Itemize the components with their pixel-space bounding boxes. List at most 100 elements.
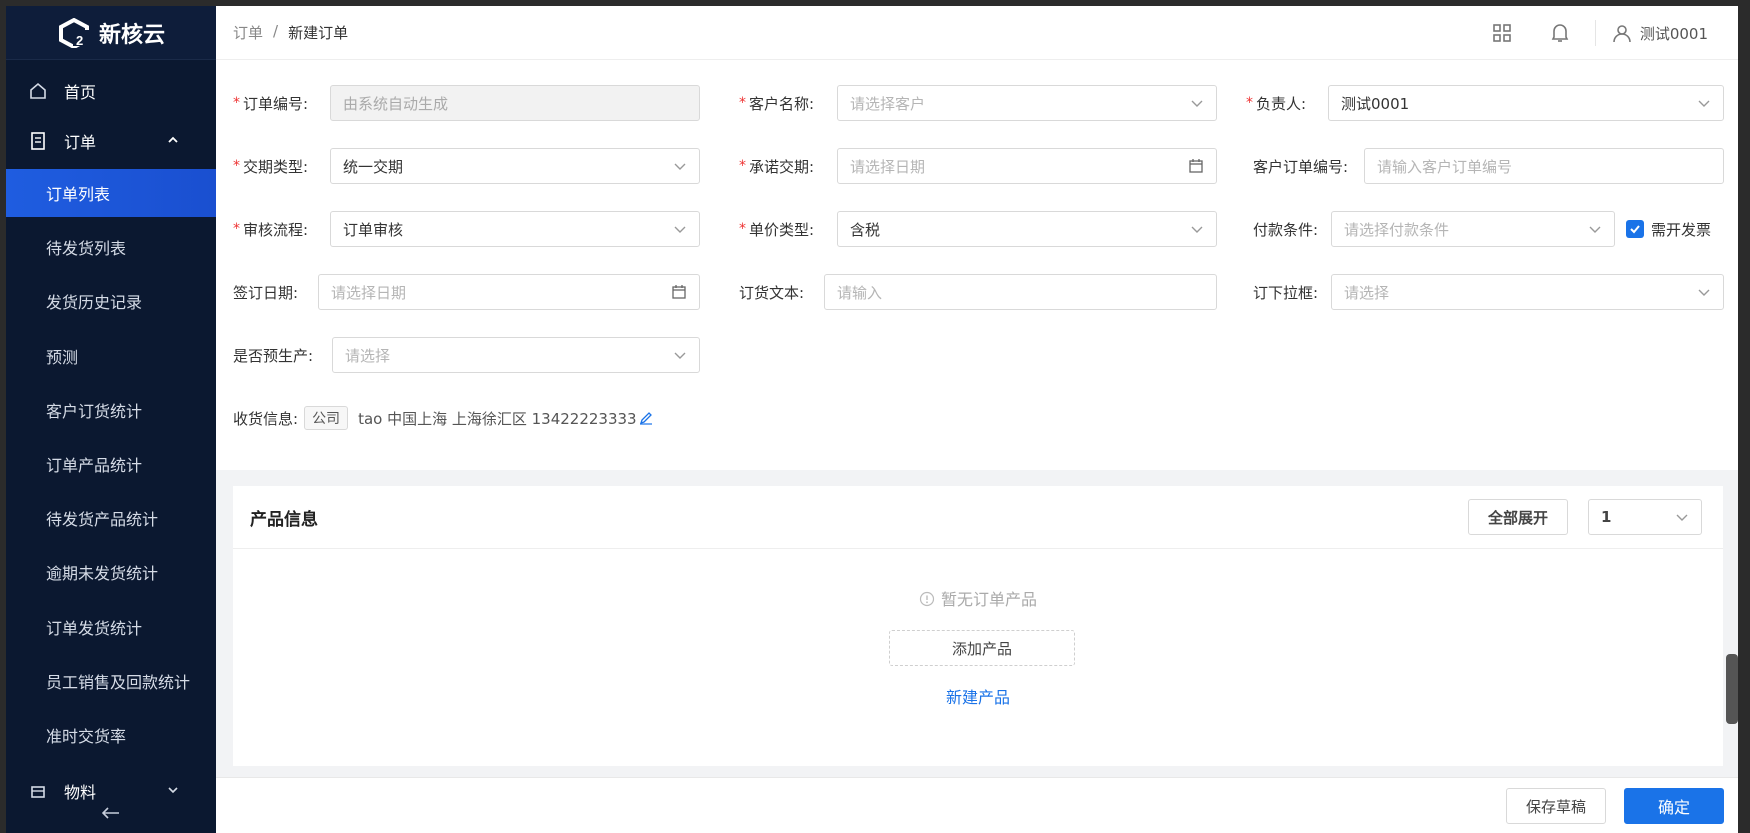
payment-terms-select[interactable]: 请选择付款条件	[1331, 211, 1615, 247]
sidebar-group-orders[interactable]: 订单	[6, 116, 216, 166]
sidebar-subitem-label: 待发货产品统计	[46, 510, 159, 530]
new-product-link[interactable]: 新建产品	[233, 684, 1723, 708]
price-type-select[interactable]: 含税	[837, 211, 1217, 247]
required-mark: *	[739, 221, 746, 237]
breadcrumb: 订单 / 新建订单	[233, 22, 348, 43]
required-mark: *	[233, 95, 240, 111]
sidebar-subitem[interactable]: 逾期未发货统计	[6, 548, 216, 596]
order-text-field: 订货文本:	[739, 283, 805, 302]
sidebar-group-label: 订单	[64, 133, 97, 152]
collapse-left-icon	[102, 807, 119, 819]
collapse-sidebar-button[interactable]	[6, 793, 216, 833]
chevron-down-icon	[674, 163, 686, 170]
sidebar-subitem[interactable]: 待发货列表	[6, 223, 216, 271]
owner-select[interactable]: 测试0001	[1328, 85, 1724, 121]
page-select[interactable]: 1	[1588, 499, 1702, 535]
sidebar-subitem[interactable]: 客户订货统计	[6, 386, 216, 434]
sidebar-subitem-label: 订单产品统计	[46, 456, 143, 475]
calendar-icon	[672, 285, 686, 299]
chevron-down-icon	[1191, 226, 1203, 233]
edit-icon[interactable]	[639, 411, 653, 425]
sidebar-subitem-label: 订单发货统计	[46, 618, 143, 638]
user-icon	[1613, 25, 1631, 43]
payment-terms-field: 付款条件:	[1253, 220, 1319, 239]
invoice-label: 需开发票	[1651, 220, 1712, 239]
user-name: 测试0001	[1639, 24, 1708, 43]
bell-icon	[1551, 24, 1569, 42]
grid-icon	[1493, 24, 1511, 42]
preproduction-select[interactable]: 请选择	[332, 337, 700, 373]
chevron-down-icon	[1191, 100, 1203, 107]
sidebar-subitem[interactable]: 订单发货统计	[6, 603, 216, 651]
document-icon	[28, 131, 48, 151]
sidebar: 2 新核云 首页 订单 订单列表待发货列表发货历史记录 预测客户订货统计 订单产品统…	[6, 6, 216, 833]
delivery-type-select[interactable]: 统一交期	[330, 148, 700, 184]
sidebar-subitem-label: 预测	[46, 347, 79, 367]
chevron-down-icon	[1589, 226, 1601, 233]
promise-date-picker[interactable]: 请选择日期	[837, 148, 1217, 184]
home-icon	[28, 81, 48, 101]
sidebar-item-home[interactable]: 首页	[6, 66, 216, 116]
top-header: 订单 / 新建订单 测试0001	[216, 6, 1738, 60]
delivery-type-field: * 交期类型:	[233, 157, 309, 176]
logo: 2 新核云	[6, 6, 216, 60]
sidebar-subitem[interactable]: 预测	[6, 332, 216, 380]
grid-menu-button[interactable]	[1473, 6, 1531, 60]
sidebar-subitem-label: 客户订货统计	[46, 401, 143, 421]
expand-all-button[interactable]: 全部展开	[1468, 499, 1568, 535]
sidebar-subitem[interactable]: 订单产品统计	[6, 440, 216, 488]
required-mark: *	[1246, 95, 1253, 111]
breadcrumb-current: 新建订单	[288, 24, 349, 42]
promise-date-field: * 承诺交期:	[739, 157, 815, 176]
sidebar-subitem[interactable]: 订单列表	[6, 169, 216, 217]
sidebar-subitem-label: 发货历史记录	[46, 293, 143, 313]
sidebar-subitem[interactable]: 发货历史记录	[6, 277, 216, 325]
sidebar-subitem-label: 待发货列表	[46, 239, 127, 259]
svg-text:2: 2	[76, 33, 83, 48]
add-product-button[interactable]: 添加产品	[889, 630, 1075, 666]
customer-select[interactable]: 请选择客户	[837, 85, 1217, 121]
sidebar-subitem-label: 员工销售及回款统计	[46, 672, 191, 692]
check-icon	[1630, 225, 1640, 234]
approval-flow-select[interactable]: 订单审核	[330, 211, 700, 247]
required-mark: *	[233, 158, 240, 174]
price-type-field: * 单价类型:	[739, 220, 815, 239]
customer-field: * 客户名称:	[739, 94, 815, 113]
confirm-button[interactable]: 确定	[1624, 788, 1724, 824]
header-divider	[1594, 20, 1596, 46]
sidebar-subitem-label: 逾期未发货统计	[46, 564, 159, 584]
breadcrumb-separator: /	[273, 22, 279, 40]
product-info-card: 产品信息 全部展开 1 暂无订单产品 添加产品 新建产品	[233, 486, 1723, 766]
sidebar-subitem-label: 订单列表	[46, 185, 111, 204]
notifications-button[interactable]	[1531, 6, 1589, 60]
sidebar-subitem[interactable]: 员工销售及回款统计	[6, 657, 216, 705]
dropdown-field: 订下拉框:	[1253, 283, 1319, 302]
app-window: 2 新核云 首页 订单 订单列表待发货列表发货历史记录 预测客户订货统计 订单产品统…	[6, 6, 1738, 833]
order-no-field: * 订单编号:	[233, 94, 309, 113]
sign-date-picker[interactable]: 请选择日期	[318, 274, 700, 310]
empty-state: 暂无订单产品	[233, 586, 1723, 610]
sidebar-subitem[interactable]: 准时交货率	[6, 711, 216, 759]
owner-field: * 负责人:	[1246, 94, 1307, 113]
breadcrumb-root[interactable]: 订单	[233, 22, 263, 43]
required-mark: *	[739, 158, 746, 174]
required-mark: *	[739, 95, 746, 111]
order-form: * 订单编号: 由系统自动生成 * 客户名称: 请选择客户 * 负责人: 测试0001…	[216, 60, 1738, 470]
chevron-down-icon	[1698, 100, 1710, 107]
customer-order-no-input[interactable]: 请输入客户订单编号	[1364, 148, 1724, 184]
product-info-header: 产品信息 全部展开 1	[233, 486, 1723, 549]
product-info-title: 产品信息	[250, 509, 318, 530]
form-footer: 保存草稿 确定	[216, 777, 1738, 833]
logo-text: 新核云	[98, 22, 165, 48]
customer-order-no-field: 客户订单编号:	[1253, 157, 1349, 176]
save-draft-button[interactable]: 保存草稿	[1506, 788, 1606, 824]
chevron-down-icon	[1676, 514, 1688, 521]
sidebar-subitem[interactable]: 待发货产品统计	[6, 494, 216, 542]
chevron-up-icon	[168, 136, 178, 143]
user-menu[interactable]: 测试0001	[1602, 23, 1708, 44]
scrollbar-thumb[interactable]	[1726, 654, 1738, 724]
approval-flow-field: * 审核流程:	[233, 220, 309, 239]
dropdown-select[interactable]: 请选择	[1331, 274, 1724, 310]
invoice-checkbox[interactable]	[1626, 220, 1644, 238]
order-text-input[interactable]: 请输入	[824, 274, 1217, 310]
